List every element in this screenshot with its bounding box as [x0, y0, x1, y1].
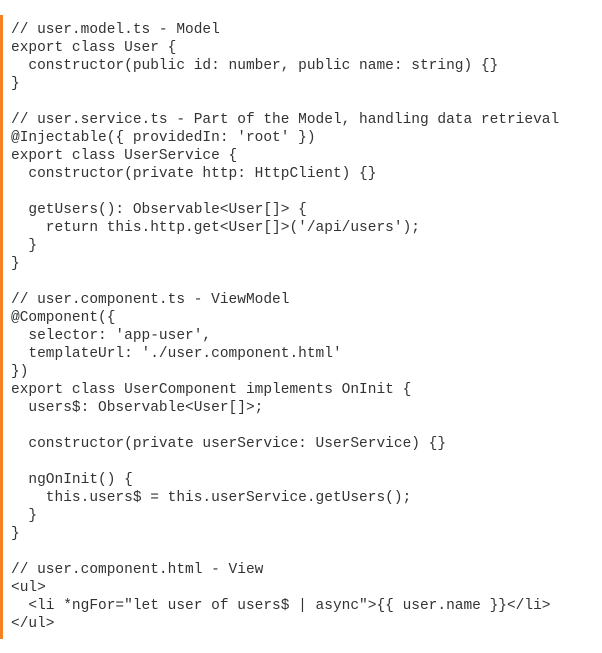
code-snippet: // user.model.ts - Model export class Us… — [0, 15, 602, 639]
